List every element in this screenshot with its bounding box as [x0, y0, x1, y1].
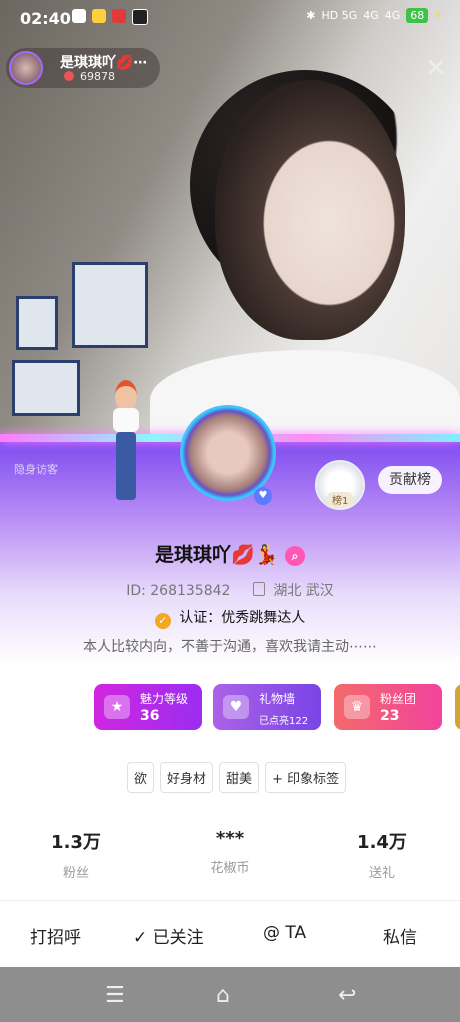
message-button[interactable]: 私信: [383, 923, 417, 948]
doll-body: [113, 408, 139, 432]
anchor-popularity: 69878: [80, 70, 115, 83]
stat-gifts[interactable]: 1.4万 送礼: [322, 828, 442, 881]
verified-badge-icon: ♥: [254, 487, 272, 505]
gift-wall-title: 礼物墙: [259, 692, 296, 706]
profile-nickname: 是琪琪吖💋💃: [155, 544, 279, 566]
avatar-doll: [105, 380, 149, 510]
profile-bio: 本人比较内向，不善于沟通，喜欢我请主动⋯⋯: [83, 639, 377, 655]
charm-level-value: 36: [140, 708, 160, 724]
building-icon: [252, 582, 265, 596]
network-indicator: 4G: [384, 9, 401, 22]
notification-icons: [72, 9, 148, 25]
system-nav-bar: ☰ ⌂ ↩: [0, 967, 460, 1022]
anchor-avatar[interactable]: [9, 51, 43, 85]
stat-label: 粉丝: [62, 866, 89, 881]
stat-coins: *** 花椒币: [170, 828, 290, 876]
doll-legs: [116, 432, 136, 500]
video-app-icon: [72, 9, 86, 23]
wall-poster: [16, 296, 58, 350]
feature-cards: ★ 魅力等级 36 ♥ 礼物墙 已点亮122 ♛ 粉丝团 23: [94, 684, 460, 732]
fan-club-title: 粉丝团: [380, 692, 417, 706]
crown-icon: ♛: [344, 695, 370, 719]
search-icon[interactable]: ⌕: [284, 545, 305, 566]
status-bar: 02:40 ✱ HD 5G 4G 4G 68 ⚡: [0, 0, 460, 36]
profile-action-bar: 打招呼 ✓ 已关注 @ TA 私信: [0, 900, 460, 967]
stat-label: 送礼: [368, 866, 395, 881]
stat-fans[interactable]: 1.3万 粉丝: [16, 828, 136, 881]
fan-club-card[interactable]: ♛ 粉丝团 23: [334, 684, 442, 730]
stat-value: ***: [215, 828, 245, 849]
tiktok-app-icon: [132, 9, 148, 25]
add-tag-button[interactable]: + 印象标签: [265, 762, 347, 793]
wall-poster: [12, 360, 80, 416]
battery-indicator: 68: [406, 8, 429, 23]
certified-icon: ✓: [154, 613, 171, 629]
tag-item[interactable]: 甜美: [219, 762, 260, 793]
contribution-board-button[interactable]: 贡献榜: [378, 466, 442, 494]
bluetooth-icon: ✱: [306, 9, 316, 22]
menu-icon[interactable]: ☰: [105, 983, 125, 1008]
anchor-info-pill[interactable]: 是琪琪吖💋⋯ 69878: [6, 48, 160, 88]
user-id: ID: 268135842: [126, 583, 231, 599]
heart-icon: ♥: [223, 695, 249, 719]
charging-icon: ⚡: [434, 9, 442, 22]
network-indicator: 4G: [363, 9, 379, 22]
charm-level-card[interactable]: ★ 魅力等级 36: [94, 684, 202, 730]
certification-text: 认证：优秀跳舞达人: [179, 610, 306, 626]
close-icon[interactable]: ✕: [426, 54, 446, 82]
tag-item[interactable]: 欲: [127, 762, 155, 793]
certification-row: ✓ 认证：优秀跳舞达人: [0, 607, 460, 629]
user-location: 湖北 武汉: [273, 583, 334, 599]
mention-button[interactable]: @ TA: [263, 923, 306, 943]
status-time: 02:40: [20, 9, 71, 28]
gift-wall-sub: 已点亮122: [259, 716, 309, 727]
streamer-face: [215, 80, 405, 340]
popularity-icon: [64, 71, 74, 81]
taobao-app-icon: [92, 9, 106, 23]
stat-label: 花椒币: [210, 861, 250, 876]
greet-button[interactable]: 打招呼: [30, 923, 81, 948]
hidden-visitor-label: 隐身访客: [14, 463, 58, 476]
home-icon[interactable]: ⌂: [216, 983, 230, 1008]
network-indicator: HD 5G: [321, 9, 358, 22]
more-card[interactable]: [455, 684, 460, 730]
contributor-rank-label: 榜1: [327, 492, 354, 507]
stat-value: 1.3万: [51, 832, 101, 853]
wall-poster: [72, 262, 148, 348]
tag-item[interactable]: 好身材: [160, 762, 214, 793]
fan-club-value: 23: [380, 708, 400, 724]
anchor-name: 是琪琪吖💋⋯: [60, 55, 148, 71]
profile-meta-row: ID: 268135842 湖北 武汉: [0, 580, 460, 600]
back-icon[interactable]: ↩: [338, 983, 356, 1008]
news-app-icon: [112, 9, 126, 23]
profile-stats: 1.3万 粉丝 *** 花椒币 1.4万 送礼: [0, 828, 460, 888]
star-icon: ★: [104, 695, 130, 719]
gift-wall-card[interactable]: ♥ 礼物墙 已点亮122: [213, 684, 321, 730]
followed-button[interactable]: ✓ 已关注: [133, 923, 204, 948]
charm-level-title: 魅力等级: [140, 692, 189, 706]
stat-value: 1.4万: [357, 832, 407, 853]
profile-name-row: 是琪琪吖💋💃 ⌕: [0, 540, 460, 567]
impression-tags: 欲 好身材 甜美 + 印象标签: [127, 762, 347, 793]
